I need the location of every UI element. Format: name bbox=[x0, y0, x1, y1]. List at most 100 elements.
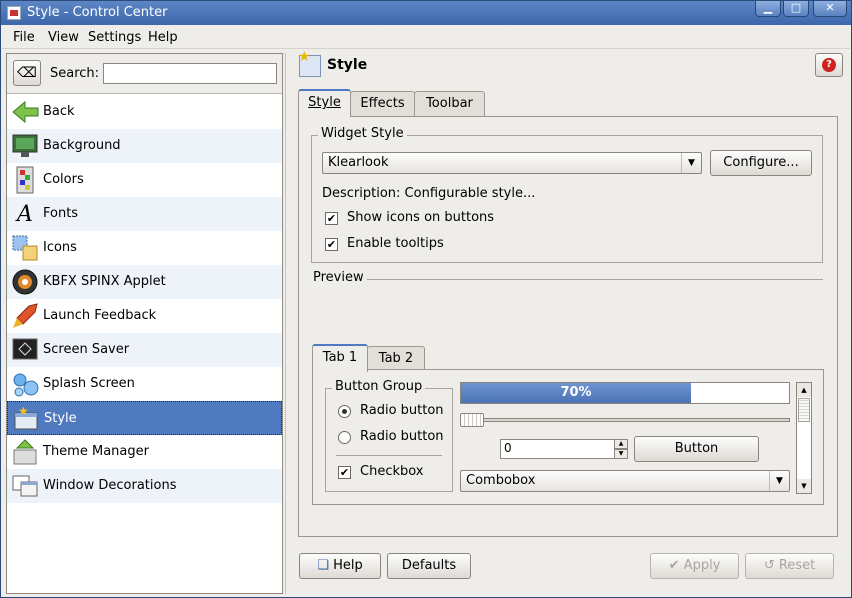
tab-effects[interactable]: Effects bbox=[350, 91, 415, 117]
configure-button[interactable]: Configure... bbox=[710, 150, 812, 176]
panel-splitter[interactable] bbox=[285, 53, 289, 594]
scroll-down-icon[interactable]: ▼ bbox=[797, 479, 811, 493]
apply-button-label: Apply bbox=[683, 558, 721, 573]
sidebar-item-label: Colors bbox=[43, 172, 84, 187]
menu-file[interactable]: File bbox=[13, 30, 35, 45]
check-icon: ✔ bbox=[325, 238, 338, 251]
svg-text:★: ★ bbox=[18, 405, 29, 418]
tab-style[interactable]: Style bbox=[298, 89, 351, 117]
style-tab-panel: Widget Style Klearlook ▼ Configure... De… bbox=[298, 116, 838, 537]
module-help-button[interactable]: ? bbox=[815, 53, 843, 77]
preview-slider-handle[interactable] bbox=[460, 413, 484, 427]
menu-bar: File View Settings Help bbox=[2, 25, 850, 49]
widget-style-value: Klearlook bbox=[328, 155, 389, 170]
button-group-title: Button Group bbox=[332, 379, 426, 394]
search-bar: ⌫ Search: bbox=[7, 54, 282, 94]
sidebar-item-theme-manager[interactable]: Theme Manager bbox=[7, 435, 282, 469]
spin-up-icon[interactable]: ▲ bbox=[614, 439, 628, 449]
font-icon: A bbox=[17, 201, 33, 227]
preview-divider bbox=[367, 279, 823, 280]
sidebar-item-background[interactable]: Background bbox=[7, 129, 282, 163]
reset-button[interactable]: ↺ Reset bbox=[745, 553, 834, 579]
tab-effects-label: Effects bbox=[360, 96, 405, 111]
title-bar[interactable]: Style - Control Center ▁ □ ✕ bbox=[1, 1, 851, 25]
menu-settings[interactable]: Settings bbox=[88, 30, 141, 45]
widget-style-combobox[interactable]: Klearlook ▼ bbox=[322, 152, 702, 174]
radio-on-icon bbox=[338, 405, 351, 418]
preview-checkbox[interactable]: ✔ Checkbox bbox=[338, 464, 438, 482]
module-sidebar: ⌫ Search: Back Background Colors A Fonts… bbox=[6, 53, 283, 594]
spinx-icon bbox=[10, 267, 40, 297]
search-input[interactable] bbox=[103, 63, 277, 84]
sidebar-item-label: Splash Screen bbox=[43, 376, 135, 391]
sidebar-item-label: Window Decorations bbox=[43, 478, 177, 493]
reset-button-label: Reset bbox=[778, 558, 816, 573]
sidebar-item-style[interactable]: ★ Style bbox=[7, 401, 282, 435]
preview-tab-1[interactable]: Tab 1 bbox=[312, 344, 368, 372]
enable-tooltips-checkbox[interactable]: ✔ Enable tooltips bbox=[325, 236, 475, 254]
defaults-button[interactable]: Defaults bbox=[387, 553, 471, 579]
close-button[interactable]: ✕ bbox=[813, 1, 847, 17]
preview-progress-bar: 70% bbox=[460, 382, 790, 404]
help-icon: ? bbox=[822, 58, 836, 72]
preview-scrollbar[interactable]: ▲ ▼ bbox=[796, 382, 812, 494]
maximize-button[interactable]: □ bbox=[783, 1, 809, 17]
show-icons-checkbox[interactable]: ✔ Show icons on buttons bbox=[325, 210, 505, 228]
help-button[interactable]: ❏ Help bbox=[299, 553, 381, 579]
scroll-up-icon[interactable]: ▲ bbox=[797, 383, 811, 397]
sidebar-item-launch-feedback[interactable]: Launch Feedback bbox=[7, 299, 282, 333]
sidebar-item-back[interactable]: Back bbox=[7, 95, 282, 129]
screensaver-icon bbox=[10, 335, 40, 365]
tab-toolbar-label: Toolbar bbox=[426, 96, 473, 111]
sidebar-item-label: Theme Manager bbox=[43, 444, 149, 459]
widget-style-group: Widget Style Klearlook ▼ Configure... De… bbox=[311, 126, 823, 263]
menu-view[interactable]: View bbox=[48, 30, 79, 45]
sidebar-item-splash-screen[interactable]: Splash Screen bbox=[7, 367, 282, 401]
preview-title: Preview bbox=[313, 270, 364, 285]
sidebar-item-window-decorations[interactable]: Window Decorations bbox=[7, 469, 282, 503]
preview-slider-track[interactable] bbox=[460, 418, 790, 422]
apply-button[interactable]: ✔ Apply bbox=[650, 553, 739, 579]
widget-style-group-title: Widget Style bbox=[318, 126, 407, 141]
clear-search-button[interactable]: ⌫ bbox=[13, 60, 41, 86]
sidebar-item-fonts[interactable]: A Fonts bbox=[7, 197, 282, 231]
check-icon: ✔ bbox=[325, 212, 338, 225]
scrollbar-thumb[interactable] bbox=[798, 398, 810, 422]
help-button-label: Help bbox=[333, 558, 363, 573]
button-group-divider bbox=[336, 455, 442, 456]
style-icon: ★ bbox=[11, 404, 41, 434]
spin-down-icon[interactable]: ▼ bbox=[614, 449, 628, 459]
minimize-button[interactable]: ▁ bbox=[755, 1, 781, 17]
preview-tab-1-label: Tab 1 bbox=[322, 350, 358, 365]
preview-combobox[interactable]: Combobox ▼ bbox=[460, 470, 790, 492]
preview-button[interactable]: Button bbox=[634, 436, 759, 462]
menu-help[interactable]: Help bbox=[148, 30, 178, 45]
sidebar-item-label: Screen Saver bbox=[43, 342, 130, 357]
window-decorations-icon bbox=[10, 471, 40, 501]
radio-button-2[interactable]: Radio button bbox=[338, 429, 448, 447]
sidebar-item-label: KBFX SPINX Applet bbox=[43, 274, 166, 289]
button-group: Button Group Radio button Radio button ✔… bbox=[325, 379, 453, 492]
color-palette-icon bbox=[10, 165, 40, 195]
check-icon: ✔ bbox=[338, 466, 351, 479]
sidebar-item-colors[interactable]: Colors bbox=[7, 163, 282, 197]
sidebar-item-label: Background bbox=[43, 138, 121, 153]
sidebar-item-screen-saver[interactable]: Screen Saver bbox=[7, 333, 282, 367]
control-center-window: Style - Control Center ▁ □ ✕ File View S… bbox=[0, 0, 852, 598]
chevron-down-icon: ▼ bbox=[769, 471, 789, 491]
check-icon: ✔ bbox=[668, 558, 680, 573]
sidebar-item-kbfx[interactable]: KBFX SPINX Applet bbox=[7, 265, 282, 299]
enable-tooltips-label: Enable tooltips bbox=[347, 236, 444, 251]
sidebar-item-icons[interactable]: Icons bbox=[7, 231, 282, 265]
preview-tab-2-label: Tab 2 bbox=[378, 351, 414, 366]
tab-toolbar[interactable]: Toolbar bbox=[414, 91, 485, 117]
radio-button-1[interactable]: Radio button bbox=[338, 403, 448, 421]
undo-icon: ↺ bbox=[763, 558, 775, 573]
search-label: Search: bbox=[50, 66, 100, 81]
style-header-icon bbox=[298, 49, 321, 77]
radio-button-2-label: Radio button bbox=[360, 429, 444, 444]
preview-spinbox[interactable]: 0 bbox=[500, 439, 616, 459]
book-icon: ❏ bbox=[317, 558, 329, 573]
show-icons-label: Show icons on buttons bbox=[347, 210, 495, 225]
back-arrow-icon bbox=[10, 97, 40, 127]
